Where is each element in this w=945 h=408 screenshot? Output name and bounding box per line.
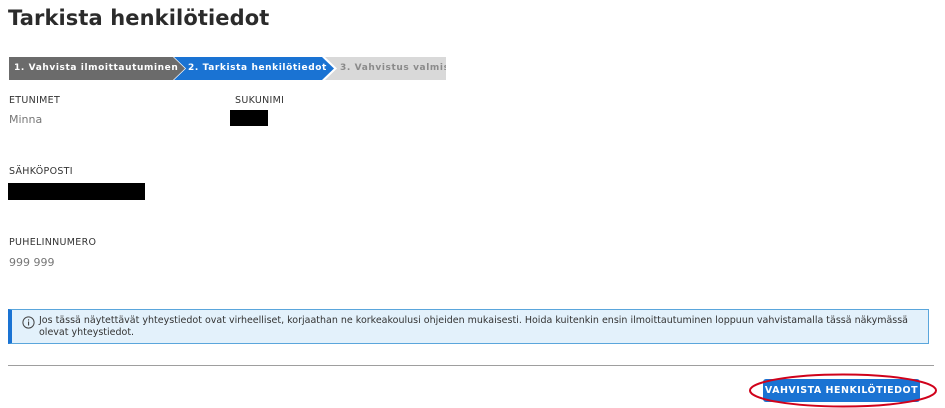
divider (8, 365, 934, 366)
last-name-label: SUKUNIMI (235, 95, 285, 106)
step-check-personal-info: 2. Tarkista henkilötiedot (174, 57, 334, 80)
email-redacted (8, 183, 145, 200)
phone-value: 999 999 (9, 256, 55, 269)
contact-info-notice: Jos tässä näytettävät yhteystiedot ovat … (8, 309, 929, 344)
last-name-redacted (230, 110, 268, 126)
step-confirm-registration: 1. Vahvista ilmoittautuminen (9, 57, 185, 80)
phone-label: PUHELINNUMERO (9, 237, 97, 248)
first-name-label: ETUNIMET (9, 95, 61, 106)
first-name-value: Minna (9, 113, 43, 126)
progress-stepper: 1. Vahvista ilmoittautuminen 3. Vahvistu… (9, 57, 446, 80)
page-title: Tarkista henkilötiedot (8, 6, 270, 30)
notice-text: Jos tässä näytettävät yhteystiedot ovat … (39, 315, 909, 338)
email-label: SÄHKÖPOSTI (9, 166, 73, 177)
info-icon (22, 316, 35, 329)
step-confirmation-done: 3. Vahvistus valmis (325, 57, 446, 80)
confirm-personal-info-button[interactable]: VAHVISTA HENKILÖTIEDOT (763, 379, 920, 402)
